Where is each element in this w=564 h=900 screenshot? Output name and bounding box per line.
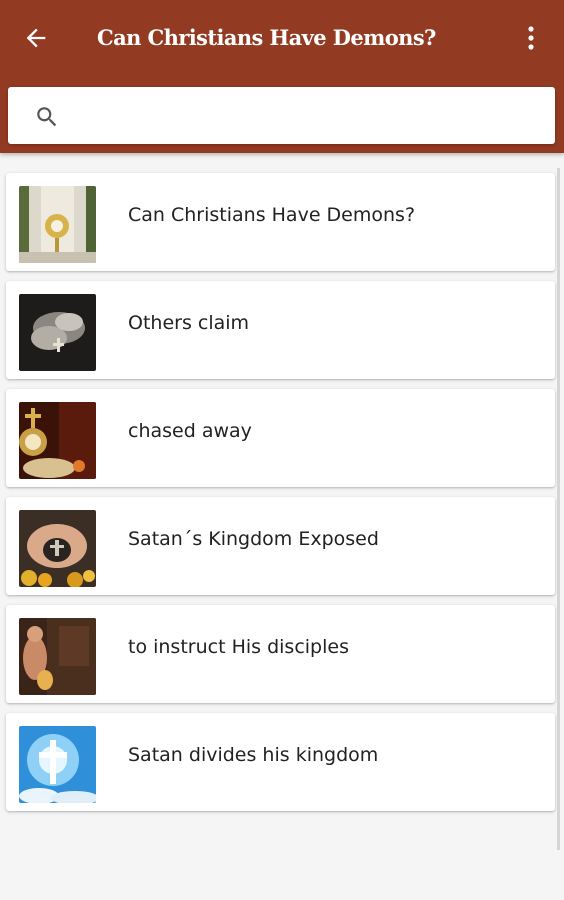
golden-monstrance-image bbox=[19, 402, 96, 479]
list-item[interactable]: chased away bbox=[6, 389, 555, 487]
more-vert-icon bbox=[528, 26, 534, 50]
list-item-title: Others claim bbox=[128, 312, 250, 334]
list-item[interactable]: Satan´s Kingdom Exposed bbox=[6, 497, 555, 595]
list-item[interactable]: Satan divides his kingdom bbox=[6, 713, 555, 811]
hands-holding-cross-image bbox=[19, 510, 96, 587]
list-item-title: chased away bbox=[128, 420, 252, 442]
list-item[interactable]: Can Christians Have Demons? bbox=[6, 173, 555, 271]
search-input[interactable] bbox=[78, 95, 538, 136]
list-item-title: Can Christians Have Demons? bbox=[128, 204, 416, 226]
search-bar[interactable] bbox=[8, 87, 555, 144]
list-item[interactable]: Others claim bbox=[6, 281, 555, 379]
overflow-menu-button[interactable] bbox=[516, 20, 546, 56]
page-title: Can Christians Have Demons? bbox=[97, 25, 436, 50]
app-bar: Can Christians Have Demons? bbox=[0, 0, 564, 153]
praying-woman-image bbox=[19, 618, 96, 695]
list-item-title: to instruct His disciples bbox=[128, 636, 349, 658]
list-item[interactable]: to instruct His disciples bbox=[6, 605, 555, 703]
search-icon bbox=[37, 107, 57, 127]
cross-in-sky-image bbox=[19, 726, 96, 803]
back-button[interactable] bbox=[18, 20, 54, 56]
list-item-title: Satan divides his kingdom bbox=[128, 744, 379, 766]
article-list: Can Christians Have Demons? Others claim bbox=[0, 153, 564, 900]
list-item-title: Satan´s Kingdom Exposed bbox=[128, 528, 379, 550]
hands-rosary-image bbox=[19, 294, 96, 371]
monstrance-altar-image bbox=[19, 186, 96, 263]
arrow-back-icon bbox=[26, 28, 46, 48]
scrollbar[interactable] bbox=[557, 168, 560, 850]
